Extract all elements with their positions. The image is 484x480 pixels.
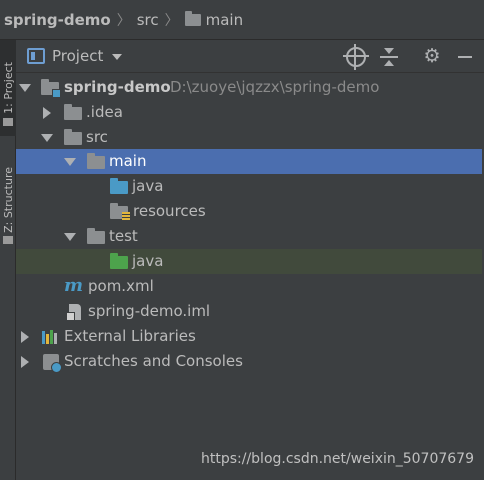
watermark-url: https://blog.csdn.net/weixin_50707679 xyxy=(200,451,474,467)
gear-icon[interactable]: ⚙ xyxy=(422,47,442,67)
source-folder-icon xyxy=(110,178,128,194)
locate-icon[interactable] xyxy=(343,43,369,70)
project-tab-icon xyxy=(3,118,13,126)
collapse-arrow-icon[interactable] xyxy=(21,356,29,368)
breadcrumb-item-src[interactable]: src xyxy=(137,11,159,29)
tree-item-label: spring-demo.iml xyxy=(88,302,211,320)
tree-item-label: pom.xml xyxy=(88,277,154,295)
expand-arrow-icon[interactable] xyxy=(64,158,76,166)
breadcrumb-item-project[interactable]: spring-demo xyxy=(4,11,111,29)
tree-item-iml[interactable]: spring-demo.iml xyxy=(16,299,482,324)
chevron-down-icon[interactable] xyxy=(112,54,123,60)
tree-item-idea[interactable]: .idea xyxy=(16,100,482,125)
library-icon xyxy=(42,330,61,344)
tree-item-root[interactable]: spring-demo D:\zuoye\jqzzx\spring-demo xyxy=(16,75,482,100)
module-file-icon xyxy=(66,304,81,321)
side-tab-structure[interactable]: Z: Structure xyxy=(0,150,16,250)
breadcrumb-separator: 〉 xyxy=(164,12,179,29)
tree-item-label: src xyxy=(86,128,108,146)
resources-folder-icon xyxy=(110,203,130,221)
test-folder-icon xyxy=(110,253,128,269)
tree-item-resources[interactable]: resources xyxy=(16,199,482,224)
tree-item-src[interactable]: src xyxy=(16,125,482,150)
structure-tab-icon xyxy=(3,236,13,244)
scratches-icon xyxy=(43,354,62,373)
project-tree: spring-demo D:\zuoye\jqzzx\spring-demo .… xyxy=(16,73,484,480)
tree-item-label: resources xyxy=(133,202,206,220)
tree-item-label: External Libraries xyxy=(64,327,196,345)
side-tool-strip: 1: Project Z: Structure xyxy=(0,40,16,480)
tree-item-path: D:\zuoye\jqzzx\spring-demo xyxy=(170,78,380,96)
tree-item-test-java[interactable]: java xyxy=(16,249,482,274)
folder-icon xyxy=(87,228,105,244)
tree-item-scratches[interactable]: Scratches and Consoles xyxy=(16,349,482,374)
breadcrumb-separator: 〉 xyxy=(116,12,131,29)
maven-icon: m xyxy=(64,275,84,296)
tree-item-label: test xyxy=(109,227,138,245)
tree-item-main[interactable]: main xyxy=(16,149,482,174)
tree-item-label: java xyxy=(132,252,164,270)
breadcrumb-item-main[interactable]: main xyxy=(206,11,243,29)
tree-item-label: java xyxy=(132,177,164,195)
folder-icon xyxy=(64,104,82,120)
side-tab-structure-label: Z: Structure xyxy=(1,167,15,233)
expand-arrow-icon[interactable] xyxy=(41,134,53,142)
side-tab-project-label: 1: Project xyxy=(1,62,15,114)
module-folder-icon xyxy=(41,79,61,98)
collapse-arrow-icon[interactable] xyxy=(21,331,29,343)
tree-item-external-libraries[interactable]: External Libraries xyxy=(16,324,482,349)
folder-icon xyxy=(64,129,82,145)
collapse-arrow-icon[interactable] xyxy=(43,107,51,119)
tool-window-actions: ⚙ xyxy=(333,40,484,73)
folder-icon xyxy=(184,10,201,26)
minimize-icon[interactable] xyxy=(455,47,475,67)
project-view-icon xyxy=(27,48,45,64)
expand-arrow-icon[interactable] xyxy=(64,233,76,241)
tree-item-label: main xyxy=(109,152,147,170)
breadcrumb: spring-demo 〉 src 〉 main xyxy=(0,0,484,40)
expand-arrow-icon[interactable] xyxy=(19,84,31,92)
project-view-title[interactable]: Project xyxy=(52,47,103,65)
tree-item-label: idea xyxy=(90,103,123,121)
folder-icon xyxy=(87,153,105,169)
tree-item-pom[interactable]: m pom.xml xyxy=(16,274,482,299)
tree-item-test[interactable]: test xyxy=(16,224,482,249)
tree-item-main-java[interactable]: java xyxy=(16,174,482,199)
collapse-all-icon[interactable] xyxy=(379,47,399,67)
tree-item-label: spring-demo xyxy=(64,78,171,96)
project-tool-window-header: Project ⚙ xyxy=(16,40,484,73)
tree-item-label: Scratches and Consoles xyxy=(64,352,243,370)
